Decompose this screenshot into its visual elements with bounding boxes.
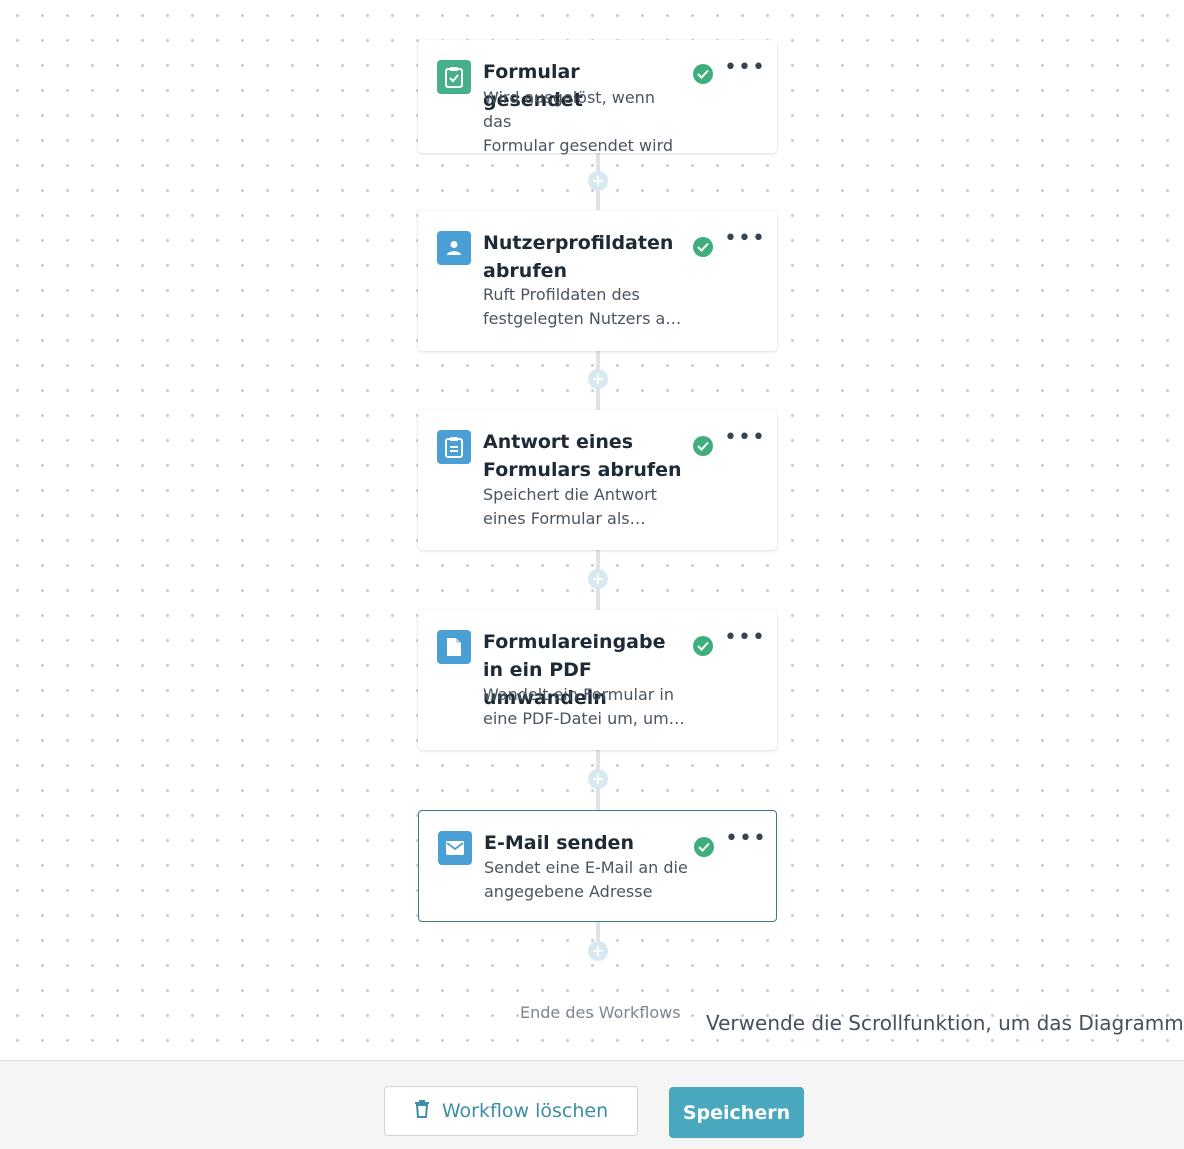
step-description: Sendet eine E-Mail an die angegebene Adr… (484, 858, 688, 901)
more-options-button[interactable]: ••• (725, 828, 766, 853)
document-icon (437, 630, 471, 664)
envelope-icon (438, 831, 472, 865)
step-description: Speichert die Antwort eines Formular als… (483, 485, 657, 528)
clipboard-list-icon (437, 430, 471, 464)
more-options-button[interactable]: ••• (724, 427, 765, 452)
workflow-step-card[interactable]: Nutzerprofildaten abrufen Ruft Profildat… (418, 211, 777, 351)
more-options-button[interactable]: ••• (724, 228, 765, 253)
add-step-button[interactable]: + (588, 369, 608, 389)
status-check-icon (693, 64, 713, 84)
delete-workflow-label: Workflow löschen (441, 1100, 609, 1122)
delete-workflow-button[interactable]: Workflow löschen (384, 1086, 638, 1136)
save-button[interactable]: Speichern (669, 1087, 804, 1138)
status-check-icon (693, 436, 713, 456)
step-description: Ruft Profildaten des festgelegten Nutzer… (483, 285, 682, 328)
step-description: Wandelt ein Formular in eine PDF-Datei u… (483, 685, 685, 728)
user-icon (437, 231, 471, 265)
footer-bar: Workflow löschen Speichern (0, 1060, 1184, 1149)
add-step-button[interactable]: + (588, 769, 608, 789)
workflow-step-card[interactable]: Formular gesendet Wird ausgelöst, wenn d… (418, 40, 777, 155)
clipboard-check-icon (437, 60, 471, 94)
connector-line (596, 921, 600, 941)
workflow-step-card[interactable]: E-Mail senden Sendet eine E-Mail an die … (418, 810, 777, 922)
add-step-button[interactable]: + (588, 569, 608, 589)
workflow-step-card[interactable]: Formulareingabe in ein PDF umwandeln Wan… (418, 610, 777, 750)
step-title: Nutzerprofildaten abrufen (483, 232, 674, 282)
more-options-button[interactable]: ••• (724, 627, 765, 652)
workflow-canvas[interactable]: + + + + + Formular gesendet Wird ausgelö… (0, 0, 1184, 1060)
workflow-step-card[interactable]: Antwort eines Formulars abrufen Speicher… (418, 410, 777, 550)
status-check-icon (693, 237, 713, 257)
more-options-button[interactable]: ••• (724, 57, 765, 82)
step-title: Antwort eines Formulars abrufen (483, 431, 682, 481)
status-check-icon (693, 636, 713, 656)
workflow-end-label: Ende des Workflows (520, 1003, 681, 1022)
add-step-button[interactable]: + (588, 941, 608, 961)
step-description: Wird ausgelöst, wenn das Formular gesend… (483, 88, 674, 155)
scroll-hint: Verwende die Scrollfunktion, um das Diag… (706, 1011, 1184, 1035)
status-check-icon (694, 837, 714, 857)
trash-icon (414, 1099, 430, 1123)
add-step-button[interactable]: + (588, 171, 608, 191)
step-title: E-Mail senden (484, 832, 634, 854)
